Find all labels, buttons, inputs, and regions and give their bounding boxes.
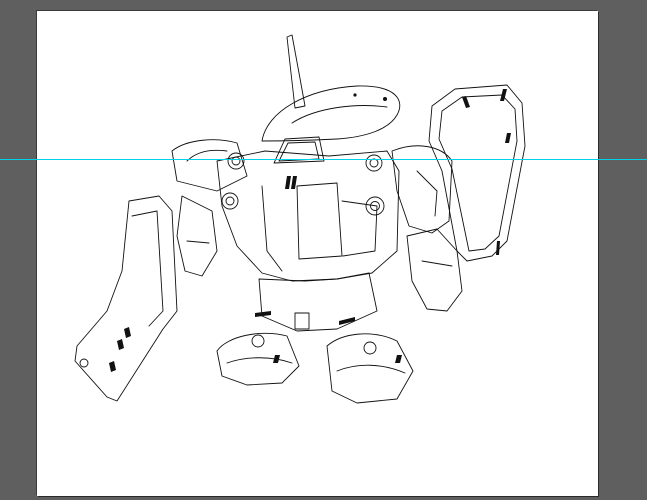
pelvis xyxy=(258,272,378,332)
right-foot xyxy=(326,333,414,404)
shoulder-bolt-left xyxy=(227,152,245,170)
left-foot xyxy=(216,332,300,386)
left-arm xyxy=(176,195,218,277)
right-arm xyxy=(406,228,463,312)
antenna-icon xyxy=(286,34,306,109)
horizontal-guide-line[interactable] xyxy=(0,159,647,160)
shoulder-bolt-right xyxy=(365,154,383,172)
gun xyxy=(74,195,178,402)
head-dome xyxy=(261,85,401,142)
robot-line-art[interactable] xyxy=(37,11,598,496)
